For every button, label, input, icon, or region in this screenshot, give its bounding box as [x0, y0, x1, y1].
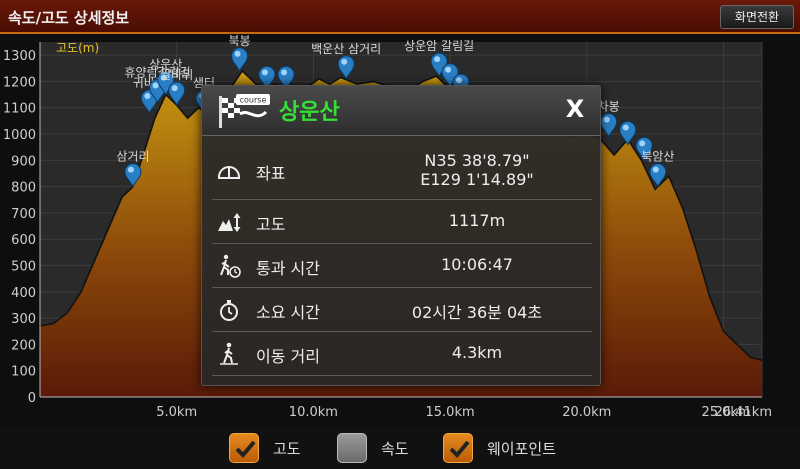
legend-item-speed[interactable]: 속도 — [337, 433, 427, 463]
course-badge-text: course — [240, 96, 267, 105]
waypoint-label: 북봉 — [229, 34, 251, 48]
legend-label-speed: 속도 — [381, 440, 409, 458]
y-tick-label: 800 — [11, 181, 36, 196]
coordinate-row: 좌표 N35 38'8.79" E129 1'14.89" — [212, 143, 592, 200]
close-button[interactable]: X — [562, 94, 588, 124]
legend-label-altitude: 고도 — [273, 440, 301, 458]
distance-value: 4.3km — [451, 343, 503, 362]
altitude-checkbox[interactable] — [229, 433, 259, 463]
y-tick-label: 400 — [11, 286, 36, 301]
waypoint-pin-highlight — [341, 58, 348, 65]
waypoint-pin-highlight — [456, 77, 463, 84]
y-tick-label: 100 — [11, 365, 36, 380]
x-tick-label: 20.0km — [562, 405, 611, 420]
check-icon — [449, 440, 470, 458]
altitude-label: 고도 — [256, 215, 286, 234]
y-tick-label: 900 — [11, 154, 36, 169]
page-title: 속도/고도 상세정보 — [8, 9, 130, 27]
legend-item-waypoint[interactable]: 웨이포인트 — [443, 433, 583, 463]
coordinate-lon-value: E129 1'14.89" — [420, 170, 534, 189]
panel-header: course 상운산 X — [202, 86, 600, 136]
waypoint-checkbox[interactable] — [443, 433, 473, 463]
waypoint-pin-highlight — [434, 56, 441, 63]
x-tick-label: 5.0km — [156, 405, 197, 420]
waypoint-pin-highlight — [639, 140, 646, 147]
y-tick-label: 0 — [28, 391, 36, 406]
y-tick-label: 1100 — [3, 102, 36, 117]
speed-checkbox[interactable] — [337, 433, 367, 463]
x-tick-label: 10.0km — [289, 405, 338, 420]
waypoint-pin-highlight — [652, 166, 659, 173]
header-bar: 속도/고도 상세정보 화면전환 — [0, 0, 800, 34]
y-tick-label: 1000 — [3, 128, 36, 143]
coordinate-icon — [218, 166, 240, 179]
stopwatch-icon — [220, 300, 238, 321]
waypoint-label: 삼거리 — [116, 150, 149, 164]
distance-row: 이동 거리 4.3km — [212, 332, 592, 376]
waypoint-pin-highlight — [234, 50, 241, 57]
pass-time-label: 통과 시간 — [256, 259, 320, 278]
y-tick-label: 200 — [11, 338, 36, 353]
y-tick-label: 500 — [11, 260, 36, 275]
waypoint-pin-highlight — [622, 124, 629, 131]
y-tick-label: 700 — [11, 207, 36, 222]
y-tick-label: 1200 — [3, 75, 36, 90]
pass-time-icon — [220, 254, 241, 278]
check-icon — [235, 440, 256, 458]
waypoint-detail-panel: course 상운산 X 좌표 N35 38'8.79" E129 1'14.8… — [201, 85, 601, 386]
elapsed-time-value: 02시간 36분 04초 — [411, 303, 543, 322]
altitude-icon — [218, 213, 241, 232]
waypoint-label: 쌀바위 — [160, 68, 193, 82]
coordinate-lat-value: N35 38'8.79" — [424, 151, 530, 170]
waypoint-pin-highlight — [152, 82, 159, 89]
altitude-value: 1117m — [448, 211, 506, 230]
walker-icon — [220, 342, 238, 365]
waypoint-pin-highlight — [603, 116, 610, 123]
course-flag-icon: course — [219, 94, 270, 128]
waypoint-label: 상운암 갈림길 — [404, 39, 474, 53]
waypoint-pin-highlight — [281, 69, 288, 76]
waypoint-pin-highlight — [144, 93, 151, 99]
waypoint-pin-highlight — [127, 166, 134, 173]
chart-legend: 고도 속도 웨이포인트 — [0, 426, 800, 469]
y-tick-label: 1300 — [3, 49, 36, 64]
distance-label: 이동 거리 — [256, 347, 320, 366]
legend-label-waypoint: 웨이포인트 — [487, 440, 557, 458]
waypoint-pin-highlight — [261, 69, 268, 76]
pass-time-row: 통과 시간 10:06:47 — [212, 244, 592, 288]
pass-time-value: 10:06:47 — [441, 255, 513, 274]
switch-view-button[interactable]: 화면전환 — [720, 5, 794, 29]
coordinate-label: 좌표 — [256, 164, 286, 183]
waypoint-label: 백운산 삼거리 — [311, 42, 381, 56]
x-tick-label: 15.0km — [426, 405, 475, 420]
legend-item-altitude[interactable]: 고도 — [229, 433, 319, 463]
waypoint-label: 북암산 — [641, 150, 674, 164]
x-tick-label: 26.41km — [715, 405, 772, 420]
waypoint-pin-highlight — [171, 85, 178, 92]
altitude-row: 고도 1117m — [212, 200, 592, 244]
elapsed-time-row: 소요 시간 02시간 36분 04초 — [212, 288, 592, 332]
y-tick-label: 600 — [11, 233, 36, 248]
series-label: 고도(m) — [56, 41, 99, 55]
panel-title: 상운산 — [279, 100, 340, 125]
waypoint-pin-highlight — [445, 66, 452, 73]
elapsed-time-label: 소요 시간 — [256, 303, 320, 322]
y-tick-label: 300 — [11, 312, 36, 327]
